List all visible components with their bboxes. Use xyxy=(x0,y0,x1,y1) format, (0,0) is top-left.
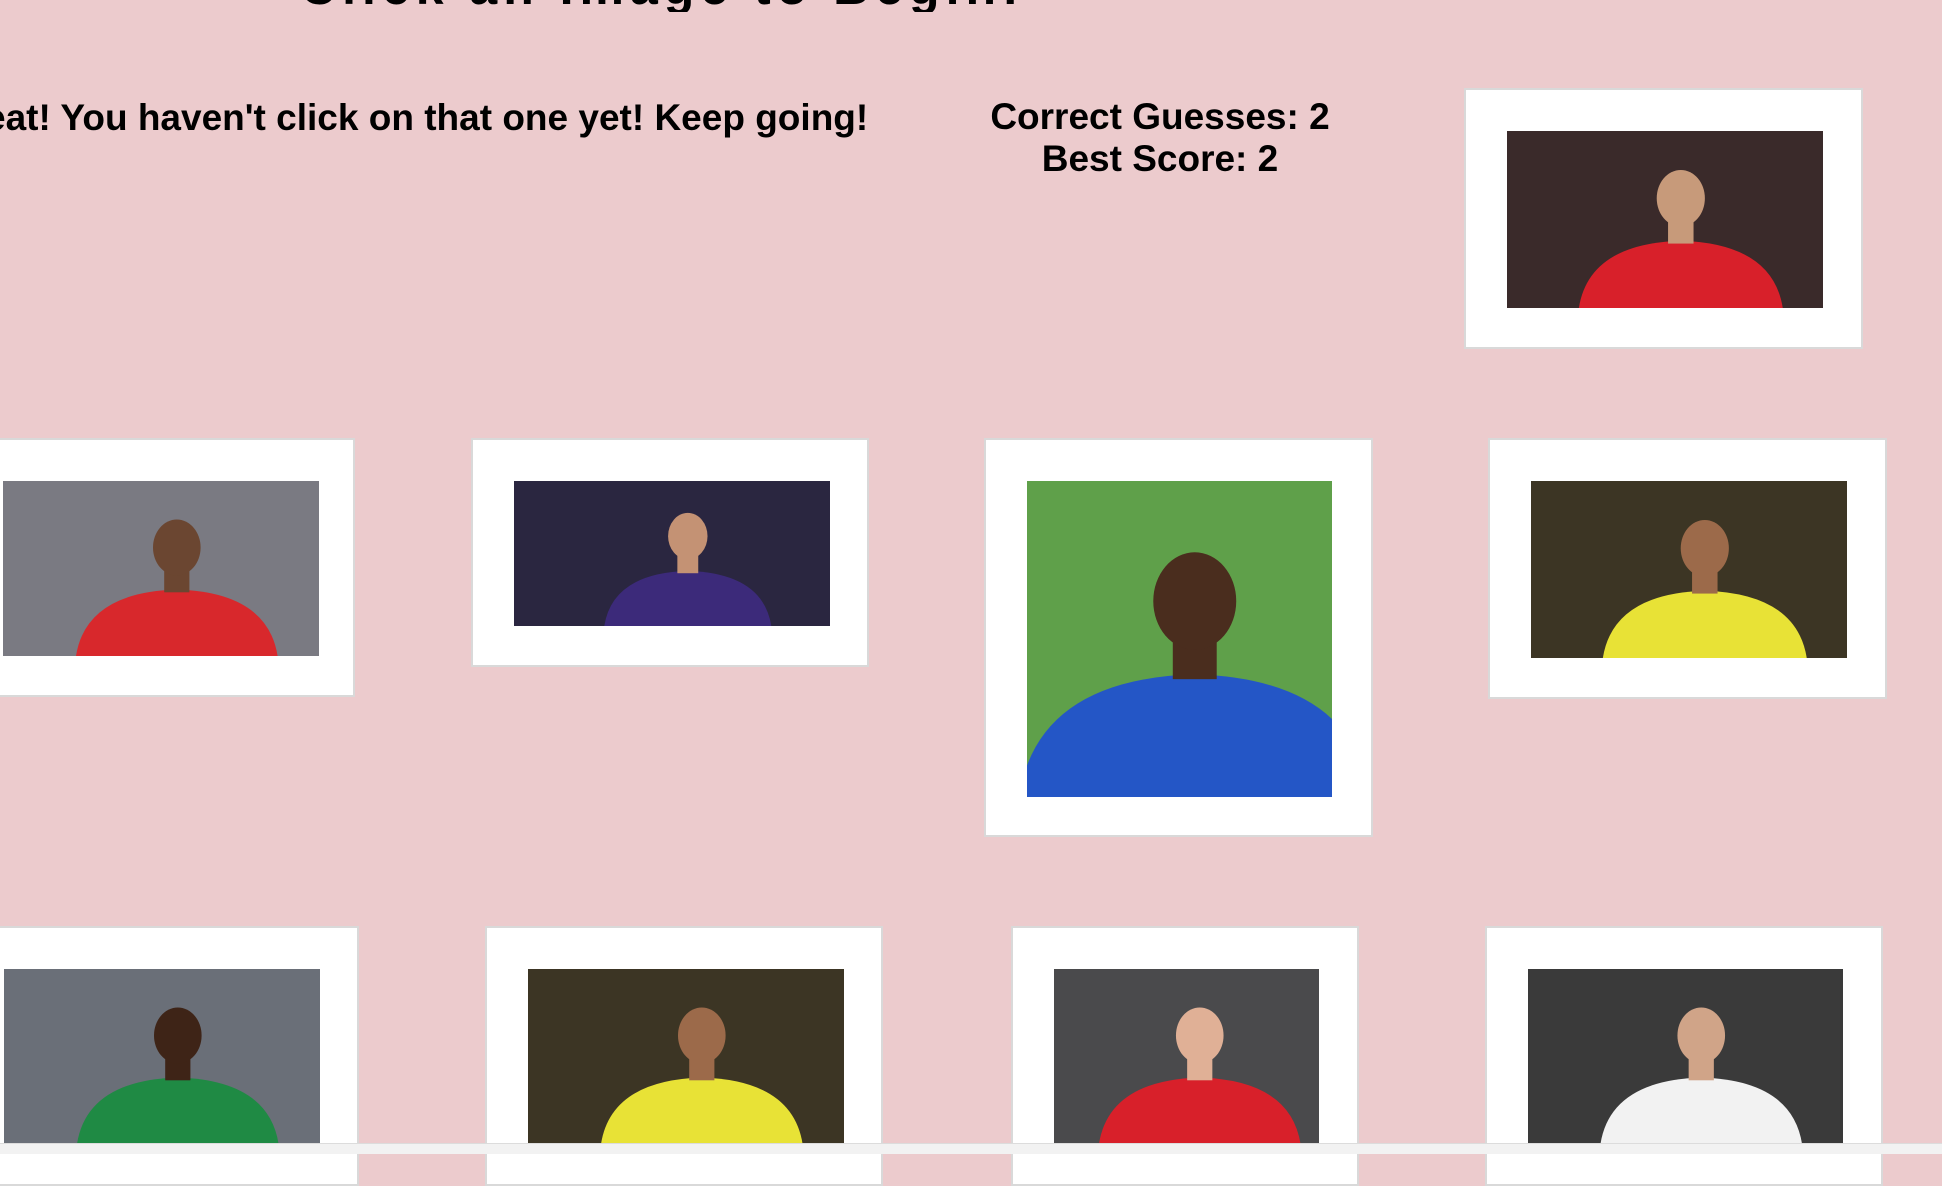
player-card-zlatan[interactable] xyxy=(1464,88,1863,349)
player-photo xyxy=(1027,481,1332,797)
player-photo xyxy=(4,969,320,1144)
player-card-drogba[interactable] xyxy=(984,438,1373,837)
best-score: Best Score: 2 xyxy=(1041,138,1279,179)
player-photo xyxy=(1531,481,1847,658)
player-photo xyxy=(3,481,319,656)
player-card-ronaldo-1[interactable] xyxy=(1488,438,1887,699)
player-photo-image xyxy=(1531,481,1847,658)
player-photo xyxy=(1507,131,1823,308)
player-photo-image xyxy=(4,969,320,1144)
player-photo-image xyxy=(514,481,830,626)
player-photo xyxy=(528,969,844,1144)
page-title: Click an Image to Begin! xyxy=(300,0,1560,12)
player-photo-image xyxy=(1027,481,1332,797)
player-card-messi[interactable] xyxy=(471,438,869,667)
horizontal-scrollbar[interactable] xyxy=(0,1143,1942,1154)
feedback-message: eat! You haven't click on that one yet! … xyxy=(0,97,869,138)
score-panel: Correct Guesses: 2 Best Score: 2 xyxy=(960,96,1360,180)
player-photo-image xyxy=(1528,969,1843,1144)
player-photo-image xyxy=(528,969,844,1144)
correct-guesses: Correct Guesses: 2 xyxy=(990,96,1330,137)
player-card-diouf[interactable] xyxy=(0,438,355,697)
player-photo xyxy=(514,481,830,626)
player-photo-image xyxy=(3,481,319,656)
player-photo-image xyxy=(1054,969,1319,1144)
player-photo-image xyxy=(1507,131,1823,308)
player-photo xyxy=(1528,969,1843,1144)
player-photo xyxy=(1054,969,1319,1144)
